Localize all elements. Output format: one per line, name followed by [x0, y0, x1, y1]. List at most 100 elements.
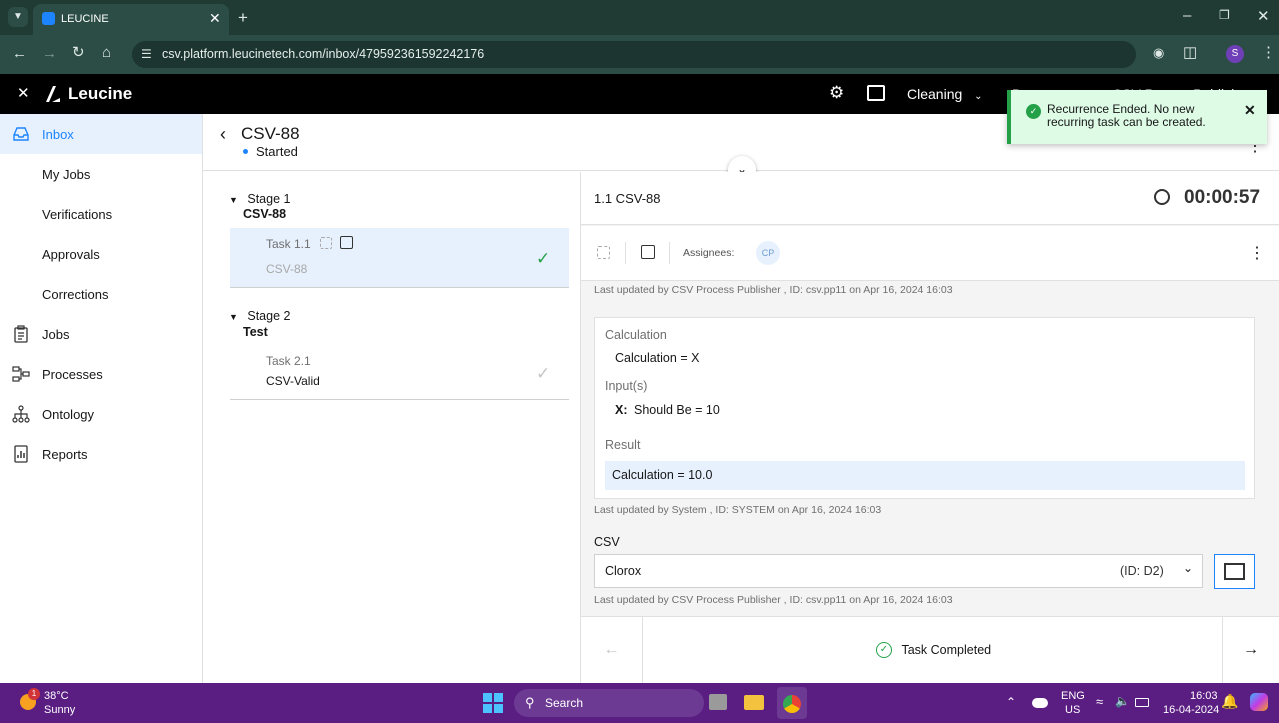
- caret-down-icon: ▼: [229, 312, 238, 322]
- minimize-icon[interactable]: –: [1183, 8, 1191, 23]
- stage-name: CSV-88: [243, 207, 287, 221]
- wifi-icon[interactable]: ≈: [1096, 694, 1103, 709]
- volume-icon[interactable]: 🔈: [1115, 694, 1130, 708]
- clock-date[interactable]: 16-04-2024: [1163, 704, 1219, 716]
- weather-temp: 38°C: [44, 690, 69, 702]
- last-updated-text: Last updated by System , ID: SYSTEM on A…: [594, 504, 882, 516]
- browser-menu-icon[interactable]: ⋮: [1261, 45, 1276, 60]
- stage-2[interactable]: ▼ Stage 2: [229, 307, 290, 325]
- tray-chevron-icon[interactable]: ⌃: [1006, 695, 1016, 709]
- schedule-calendar-icon[interactable]: [641, 245, 655, 259]
- browser-tab[interactable]: LEUCINE ✕: [33, 4, 229, 35]
- next-task-button[interactable]: →: [1222, 617, 1279, 683]
- chrome-logo-icon: [783, 695, 801, 713]
- language-label[interactable]: ENG: [1061, 690, 1085, 702]
- status-dot-icon: [243, 149, 248, 154]
- sidebar-item-ontology[interactable]: Ontology: [0, 394, 202, 434]
- task-title: Task 1.1: [266, 237, 311, 251]
- home-icon[interactable]: ⌂: [102, 45, 111, 60]
- file-manager-icon[interactable]: [709, 694, 727, 710]
- recurrence-calendar-icon[interactable]: [597, 246, 610, 259]
- result-value: Calculation = 10.0: [612, 468, 713, 482]
- stopwatch-icon: [1154, 189, 1170, 205]
- weather-badge: 1: [28, 688, 40, 700]
- previous-task-button[interactable]: ←: [581, 617, 643, 683]
- leucine-logo-icon: [44, 84, 62, 104]
- task-title: 1.1 CSV-88: [594, 191, 661, 206]
- task-title: Task 2.1: [266, 354, 311, 368]
- divider: [669, 242, 670, 264]
- scan-qr-icon[interactable]: [867, 85, 885, 101]
- chevron-down-icon: ⌄: [1183, 561, 1194, 575]
- sidebar-item-label: Inbox: [42, 126, 74, 142]
- tab-close-icon[interactable]: ✕: [209, 10, 221, 27]
- url-field[interactable]: ☰ csv.platform.leucinetech.com/inbox/479…: [132, 41, 1136, 68]
- schedule-calendar-icon[interactable]: [340, 236, 353, 249]
- facility-selector[interactable]: Cleaning ⌄: [907, 86, 983, 102]
- copilot-icon[interactable]: [1250, 693, 1268, 711]
- sidebar-item-verifications[interactable]: Verifications: [0, 194, 202, 234]
- recurrence-calendar-icon[interactable]: [320, 237, 332, 249]
- maximize-icon[interactable]: ❐: [1219, 9, 1230, 21]
- toast-message: Recurrence Ended. No new recurring task …: [1047, 102, 1206, 129]
- forward-icon[interactable]: →: [42, 46, 57, 61]
- sidebar-item-reports[interactable]: Reports: [0, 434, 202, 474]
- input-variable: X:: [615, 403, 628, 417]
- back-icon[interactable]: ←: [12, 46, 27, 61]
- sidebar-item-approvals[interactable]: Approvals: [0, 234, 202, 274]
- stage-title: Stage 2: [247, 309, 291, 323]
- task-item-2-1[interactable]: Task 2.1 CSV-Valid ✓: [230, 345, 569, 400]
- os-taskbar: 1 38°C Sunny ⚲ Search ⌃ ENG US ≈ 🔈 16:03…: [0, 683, 1279, 723]
- sidebar-item-label: My Jobs: [42, 166, 91, 182]
- chrome-icon[interactable]: [777, 687, 807, 719]
- site-info-icon[interactable]: ☰: [141, 47, 152, 61]
- brand-name: Leucine: [68, 84, 133, 103]
- favicon-icon: [42, 12, 55, 25]
- task-more-icon[interactable]: ⋮: [1249, 243, 1265, 263]
- sidebar-item-processes[interactable]: Processes: [0, 354, 202, 394]
- new-tab-icon[interactable]: +: [238, 9, 248, 26]
- stage-title: Stage 1: [247, 192, 291, 206]
- facility-label: Cleaning: [907, 86, 963, 102]
- result-heading: Result: [605, 438, 641, 452]
- job-title: CSV-88: [241, 124, 300, 143]
- task-footer: ← ✓ Task Completed →: [581, 616, 1279, 683]
- search-placeholder: Search: [545, 696, 584, 710]
- assignee-avatar[interactable]: CP: [756, 241, 780, 265]
- notification-bell-icon[interactable]: 🔔: [1221, 693, 1238, 710]
- sidebar-item-my-jobs[interactable]: My Jobs: [0, 154, 202, 194]
- stage-1[interactable]: ▼ Stage 1: [229, 190, 290, 208]
- sidebar-item-inbox[interactable]: Inbox: [0, 114, 202, 154]
- clock-time[interactable]: 16:03: [1190, 690, 1218, 702]
- tab-search-icon[interactable]: ▼: [8, 7, 28, 27]
- camera-extension-icon[interactable]: ◉: [1153, 46, 1164, 59]
- window-close-icon[interactable]: ✕: [1257, 9, 1270, 24]
- toast-close-icon[interactable]: ✕: [1244, 102, 1256, 119]
- notification-toast: ✓ Recurrence Ended. No new recurring tas…: [1007, 90, 1267, 144]
- taskbar-search-box[interactable]: ⚲ Search: [514, 689, 704, 717]
- folder-icon[interactable]: [744, 695, 764, 710]
- settings-gear-icon[interactable]: ⚙: [829, 83, 844, 103]
- scan-icon: [1224, 563, 1245, 580]
- battery-icon[interactable]: [1135, 698, 1149, 707]
- checkmark-icon: ✓: [536, 364, 551, 383]
- inbox-icon: [13, 127, 29, 141]
- task-item-1-1[interactable]: Task 1.1 CSV-88 ✓: [230, 228, 569, 288]
- back-arrow-icon[interactable]: ‹: [220, 124, 226, 145]
- sidebar-item-corrections[interactable]: Corrections: [0, 274, 202, 314]
- weather-desc: Sunny: [44, 704, 76, 716]
- task-name: CSV-Valid: [266, 374, 320, 388]
- scan-barcode-button[interactable]: [1214, 554, 1255, 589]
- stage-name: Test: [243, 325, 268, 339]
- profile-avatar[interactable]: S: [1226, 45, 1244, 63]
- sidebar-item-jobs[interactable]: Jobs: [0, 314, 202, 354]
- windows-start-icon[interactable]: [483, 693, 503, 713]
- reload-icon[interactable]: ↻: [72, 45, 85, 60]
- cloud-icon[interactable]: [1032, 698, 1048, 708]
- tab-title: LEUCINE: [61, 13, 109, 25]
- sidebar-item-label: Reports: [42, 446, 88, 462]
- csv-resource-select[interactable]: Clorox (ID: D2) ⌄: [594, 554, 1203, 588]
- extensions-puzzle-icon[interactable]: ◫: [1183, 45, 1197, 60]
- completed-label: Task Completed: [901, 643, 992, 657]
- close-icon[interactable]: ✕: [17, 84, 30, 102]
